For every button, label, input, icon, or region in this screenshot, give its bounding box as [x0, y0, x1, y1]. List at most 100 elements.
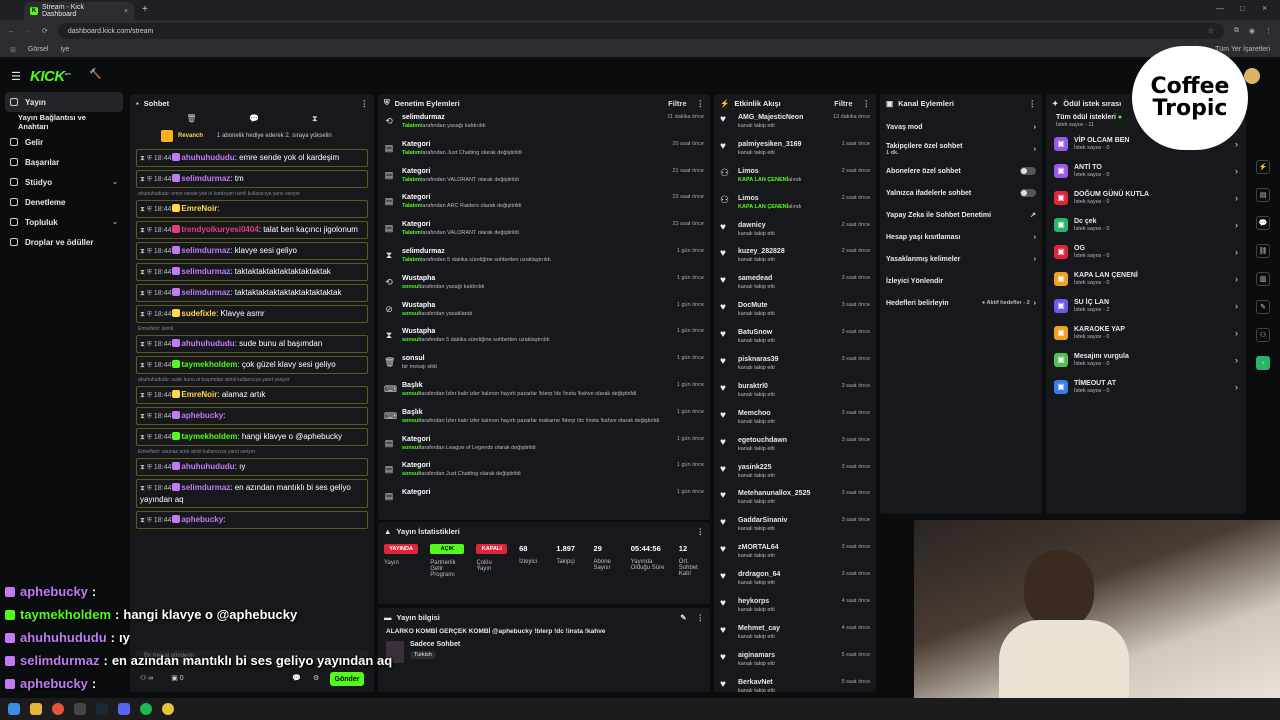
- chat-message[interactable]: ⧗ ⛨ 18:44 ahuhuhududu: ıy: [136, 458, 368, 476]
- mod-event[interactable]: ▤ Kategori sonsultarafından League of Lege…: [378, 434, 710, 461]
- mod-event[interactable]: ⟲ Wustapha sonsultarafından yasağı kaldırı…: [378, 273, 710, 300]
- reward-item[interactable]: ▣ KARAOKE YAP İstek sayısı - 0 ›: [1046, 319, 1246, 346]
- chat-username[interactable]: aphebucky: [181, 515, 223, 524]
- activity-item[interactable]: ♥ pisknaras39 kanalı takip etti 3 saat önce: [714, 354, 876, 381]
- chat-username[interactable]: ahuhuhududu: [181, 339, 234, 348]
- activity-item[interactable]: ♥ BerkavNet kanalı takip etti 5 saat önce: [714, 677, 876, 692]
- mod-event[interactable]: ⟲ selimdurmaz Talatımtarafından yasağı kal…: [378, 112, 710, 139]
- chat-menu-icon[interactable]: ⋮: [361, 99, 369, 108]
- activity-user[interactable]: palmiyesiken_3169: [738, 141, 801, 148]
- mod-event-actor[interactable]: sonsul: [402, 311, 420, 317]
- sidebar-item-stream-key[interactable]: Yayın Bağlantısı ve Anahtarı: [0, 112, 128, 132]
- forward-icon[interactable]: →: [25, 28, 32, 35]
- activity-user[interactable]: yasink225: [738, 464, 775, 471]
- activity-user[interactable]: Limos: [738, 195, 802, 202]
- toggle-switch[interactable]: [1020, 167, 1036, 175]
- sidebar-item-topluluk[interactable]: Topluluk ⌄: [0, 212, 128, 232]
- sidebar-item-studyo[interactable]: Stüdyo ⌄: [0, 172, 128, 192]
- activity-user[interactable]: dawnicy: [738, 222, 775, 229]
- pin-icon[interactable]: ⧗ ⛨: [140, 227, 154, 234]
- pin-icon[interactable]: ⧗ ⛨: [140, 392, 154, 399]
- apps-icon[interactable]: ⊞: [10, 46, 16, 54]
- reload-icon[interactable]: ⟳: [42, 27, 48, 35]
- reward-item[interactable]: ▣ TİMEOUT AT İstek sayısı - 0 ›: [1046, 373, 1246, 400]
- pin-icon[interactable]: ⧗ ⛨: [140, 413, 154, 420]
- pin-icon[interactable]: ⧗ ⛨: [140, 206, 154, 213]
- firefox-icon[interactable]: [52, 703, 64, 715]
- rail-add-icon[interactable]: +: [1256, 356, 1270, 370]
- pin-icon[interactable]: ⧗ ⛨: [140, 464, 154, 471]
- close-window-icon[interactable]: ×: [1262, 3, 1267, 13]
- rail-chat-icon[interactable]: 💬: [1256, 216, 1270, 230]
- pin-icon[interactable]: ⧗ ⛨: [140, 155, 154, 162]
- rail-node-icon[interactable]: ⚇: [1256, 328, 1270, 342]
- mod-menu-icon[interactable]: ⋮: [697, 99, 705, 108]
- chat-message[interactable]: ⧗ ⛨ 18:44 ahuhuhududu: emre sende yok ol …: [136, 149, 368, 167]
- mod-event[interactable]: ▤ Kategori Talatımtarafından VALORANT olar…: [378, 166, 710, 193]
- activity-user[interactable]: Metehanunallox_2525: [738, 490, 810, 497]
- activity-user[interactable]: egetouchdawn: [738, 437, 787, 444]
- mod-event[interactable]: ⧗ selimdurmaz Talatımtarafından 5 dakika s…: [378, 246, 710, 273]
- bookmark-star-icon[interactable]: ☆: [1208, 27, 1214, 35]
- activity-user[interactable]: kuzey_282828: [738, 248, 785, 255]
- chat-message[interactable]: ⧗ ⛨ 18:44 taymekholdem: çok güzel klavy s…: [136, 356, 368, 374]
- sidebar-item-basarilar[interactable]: Başarılar: [0, 152, 128, 172]
- mod-event-actor[interactable]: Talatım: [402, 230, 421, 236]
- info-menu-icon[interactable]: ⋮: [697, 613, 705, 622]
- activity-item[interactable]: ⚇ Limos KAPA LAN ÇENENİalındı 2 saat önce: [714, 193, 876, 220]
- hammer-icon[interactable]: 🔨: [89, 69, 101, 80]
- browser-tab[interactable]: K Stream - Kick Dashboard ×: [24, 2, 134, 20]
- activity-user[interactable]: BerkavNet: [738, 679, 775, 686]
- channel-option[interactable]: Yalnızca ifadelerle sohbet: [880, 182, 1042, 204]
- new-tab-icon[interactable]: +: [142, 4, 148, 15]
- rail-tools-icon[interactable]: ✎: [1256, 300, 1270, 314]
- chat-username[interactable]: taymekholdem: [181, 360, 237, 369]
- channel-option[interactable]: Yasaklanmış kelimeler ›: [880, 248, 1042, 270]
- channel-option[interactable]: Hedefleri belirleyin ● Aktif hedefler - 2…: [880, 292, 1042, 314]
- chat-username[interactable]: sudefixle: [181, 309, 216, 318]
- reward-item[interactable]: ▣ OG İstek sayısı - 0 ›: [1046, 238, 1246, 265]
- pin-icon[interactable]: ⧗ ⛨: [140, 290, 154, 297]
- mod-event[interactable]: ⊘ Wustapha sonsultarafından yasaklandı 1 gü…: [378, 300, 710, 327]
- reward-item[interactable]: ▣ Mesajını vurgula İstek sayısı - 0 ›: [1046, 346, 1246, 373]
- pin-icon[interactable]: ⧗ ⛨: [140, 176, 154, 183]
- sidebar-item-denetleme[interactable]: Denetleme: [0, 192, 128, 212]
- pin-icon[interactable]: ⧗ ⛨: [140, 311, 154, 318]
- sidebar-item-yayin[interactable]: Yayın: [5, 92, 123, 112]
- activity-item[interactable]: ♥ Mehmet_cay kanalı takip etti 4 saat önce: [714, 623, 876, 650]
- chat-message[interactable]: ⧗ ⛨ 18:44 trendyolkuryesi0404: talat ben …: [136, 221, 368, 239]
- chat-username[interactable]: EmreNoir: [181, 204, 217, 213]
- reward-item[interactable]: ▣ ANTİ TO İstek sayısı - 0 ›: [1046, 157, 1246, 184]
- mod-event[interactable]: ⧗ Wustapha sonsultarafından 5 dakika sürel…: [378, 326, 710, 353]
- activity-user[interactable]: Limos: [738, 168, 802, 175]
- mod-event-actor[interactable]: Talatım: [402, 150, 421, 156]
- channel-option[interactable]: Hesap yaşı kısıtlaması ›: [880, 226, 1042, 248]
- chat-message[interactable]: ⧗ ⛨ 18:44 aphebucky:: [136, 407, 368, 425]
- chat-message[interactable]: ⧗ ⛨ 18:44 selimdurmaz: en azından mantıkl…: [136, 479, 368, 508]
- profile-icon[interactable]: ◉: [1249, 27, 1255, 35]
- activity-item[interactable]: ♥ zMORTAL64 kanalı takip etti 3 saat önce: [714, 542, 876, 569]
- reward-item[interactable]: ▣ KAPA LAN ÇENENİ İstek sayısı - 0 ›: [1046, 265, 1246, 292]
- toggle-switch[interactable]: [1020, 189, 1036, 197]
- mod-event[interactable]: ▤ Kategori 1 gün önce: [378, 487, 710, 514]
- mod-event-actor[interactable]: Talatım: [402, 177, 421, 183]
- activity-user[interactable]: zMORTAL64: [738, 544, 779, 551]
- activity-user[interactable]: samedead: [738, 275, 775, 282]
- channel-option[interactable]: Yapay Zeka ile Sohbet Denetimi ↗: [880, 204, 1042, 226]
- mod-event-actor[interactable]: sonsul: [402, 337, 420, 343]
- edit-pencil-icon[interactable]: ✎: [680, 613, 686, 622]
- chat-username[interactable]: selimdurmaz: [181, 174, 230, 183]
- windows-start-icon[interactable]: [8, 703, 20, 715]
- chat-username[interactable]: EmreNoir: [181, 390, 217, 399]
- sidebar-item-droplar[interactable]: Droplar ve ödüller: [0, 232, 128, 252]
- activity-item[interactable]: ♥ GaddarSinaniv kanalı takip etti 3 saat ön…: [714, 515, 876, 542]
- chat-message[interactable]: ⧗ ⛨ 18:44 EmreNoir: alamaz artık: [136, 386, 368, 404]
- chat-username[interactable]: ahuhuhududu: [181, 153, 234, 162]
- maximize-icon[interactable]: □: [1240, 4, 1245, 13]
- activity-user[interactable]: drdragon_64: [738, 571, 780, 578]
- activity-user[interactable]: DocMute: [738, 302, 775, 309]
- rail-bolt-icon[interactable]: ⚡: [1256, 160, 1270, 174]
- chat-username[interactable]: trendyolkuryesi0404: [181, 225, 258, 234]
- chat-username[interactable]: selimdurmaz: [181, 267, 230, 276]
- chat-message[interactable]: ⧗ ⛨ 18:44 selimdurmaz: taktaktaktaktaktak…: [136, 284, 368, 302]
